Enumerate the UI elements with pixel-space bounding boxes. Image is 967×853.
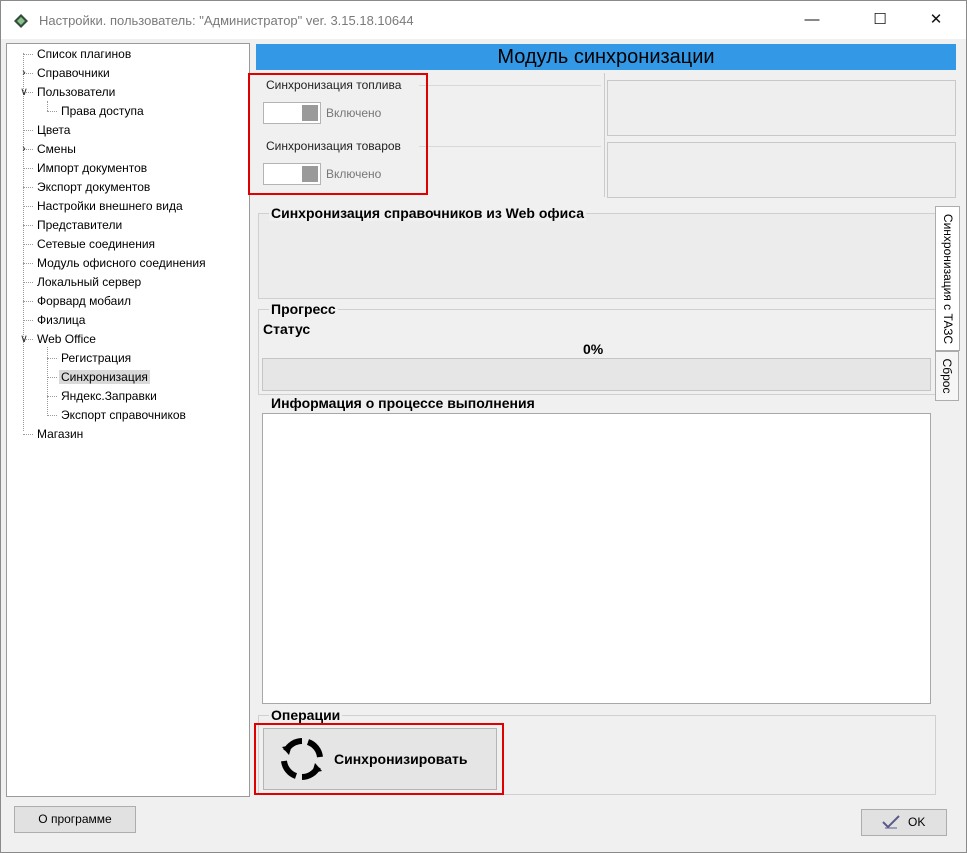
window-title: Настройки. пользователь: "Администратор"… — [39, 13, 414, 28]
progress-bar — [262, 358, 931, 391]
tree-item-export-documents[interactable]: Экспорт документов — [35, 178, 152, 197]
tab-sync-tazs-label: Синхронизация с ТАЗС — [940, 213, 955, 344]
close-button[interactable]: ✕ — [913, 1, 959, 39]
refresh-icon — [281, 738, 323, 780]
chevron-right-icon[interactable]: › — [18, 140, 30, 159]
tree-item-representatives[interactable]: Представители — [35, 216, 124, 235]
tree-item-local-server[interactable]: Локальный сервер — [35, 273, 143, 292]
empty-panel-bottom — [607, 142, 956, 198]
fuel-sync-state: Включено — [326, 106, 382, 120]
tree-item-web-office[interactable]: ∨ Web Office — [20, 330, 98, 349]
tree-item-colors[interactable]: Цвета — [35, 121, 72, 140]
tab-sync-tazs[interactable]: Синхронизация с ТАЗС — [935, 206, 960, 351]
tree-item-users[interactable]: ∨ Пользователи — [20, 83, 117, 102]
goods-sync-label: Синхронизация товаров — [266, 139, 401, 153]
status-label: Статус — [263, 321, 311, 337]
tree-item-export-directories[interactable]: Экспорт справочников — [59, 406, 188, 425]
tree-item-yandex-refuel[interactable]: Яндекс.Заправки — [59, 387, 159, 406]
chevron-right-icon[interactable]: › — [18, 64, 30, 83]
tree-item-individuals[interactable]: Физлица — [35, 311, 87, 330]
goods-sync-state: Включено — [326, 167, 382, 181]
info-title: Информация о процессе выполнения — [269, 395, 537, 411]
toggle-knob — [302, 105, 318, 121]
synchronize-button[interactable]: Синхронизировать — [263, 728, 497, 790]
settings-window: Настройки. пользователь: "Администратор"… — [0, 0, 967, 853]
empty-panel-top — [607, 80, 956, 136]
minimize-button[interactable]: — — [789, 1, 835, 39]
tree-item-directories[interactable]: › Справочники — [22, 64, 112, 83]
module-header: Модуль синхронизации — [256, 44, 956, 70]
tree-item-import-documents[interactable]: Импорт документов — [35, 159, 149, 178]
progress-title: Прогресс — [269, 301, 338, 317]
tree-item-appearance[interactable]: Настройки внешнего вида — [35, 197, 185, 216]
chevron-down-icon[interactable]: ∨ — [18, 330, 30, 349]
goods-sync-toggle[interactable] — [263, 163, 321, 185]
toggle-knob — [302, 166, 318, 182]
process-info-log[interactable] — [262, 413, 931, 704]
progress-percent: 0% — [583, 341, 604, 357]
title-bar: Настройки. пользователь: "Администратор"… — [1, 1, 966, 39]
fuel-sync-toggle[interactable] — [263, 102, 321, 124]
tab-reset-label: Сброс — [940, 358, 954, 394]
tree-item-registration[interactable]: Регистрация — [59, 349, 133, 368]
tree-item-shop[interactable]: Магазин — [35, 425, 85, 444]
tree-item-shifts[interactable]: › Смены — [22, 140, 78, 159]
fuel-sync-label: Синхронизация топлива — [266, 78, 402, 92]
app-icon — [14, 14, 28, 28]
maximize-button[interactable]: ☐ — [857, 1, 903, 39]
synchronize-button-label: Синхронизировать — [334, 751, 468, 767]
check-icon — [882, 815, 900, 829]
tree-item-forward-mobile[interactable]: Форвард мобаил — [35, 292, 133, 311]
tree-item-access-rights[interactable]: Права доступа — [59, 102, 146, 121]
tree-item-plugins[interactable]: Список плагинов — [35, 45, 133, 64]
ok-button[interactable]: OK — [861, 809, 947, 836]
tree-item-synchronization[interactable]: Синхронизация — [59, 368, 150, 387]
chevron-down-icon[interactable]: ∨ — [18, 83, 30, 102]
about-button[interactable]: О программе — [14, 806, 136, 833]
tree-item-office-connection-module[interactable]: Модуль офисного соединения — [35, 254, 208, 273]
ok-button-label: OK — [908, 815, 926, 829]
settings-tree[interactable]: Список плагинов › Справочники ∨ Пользовате… — [6, 43, 250, 797]
tab-reset[interactable]: Сброс — [935, 351, 959, 401]
web-office-sync-frame — [258, 213, 936, 299]
tree-item-network-connections[interactable]: Сетевые соединения — [35, 235, 157, 254]
web-office-sync-title: Синхронизация справочников из Web офиса — [269, 205, 587, 221]
operations-title: Операции — [269, 707, 343, 723]
